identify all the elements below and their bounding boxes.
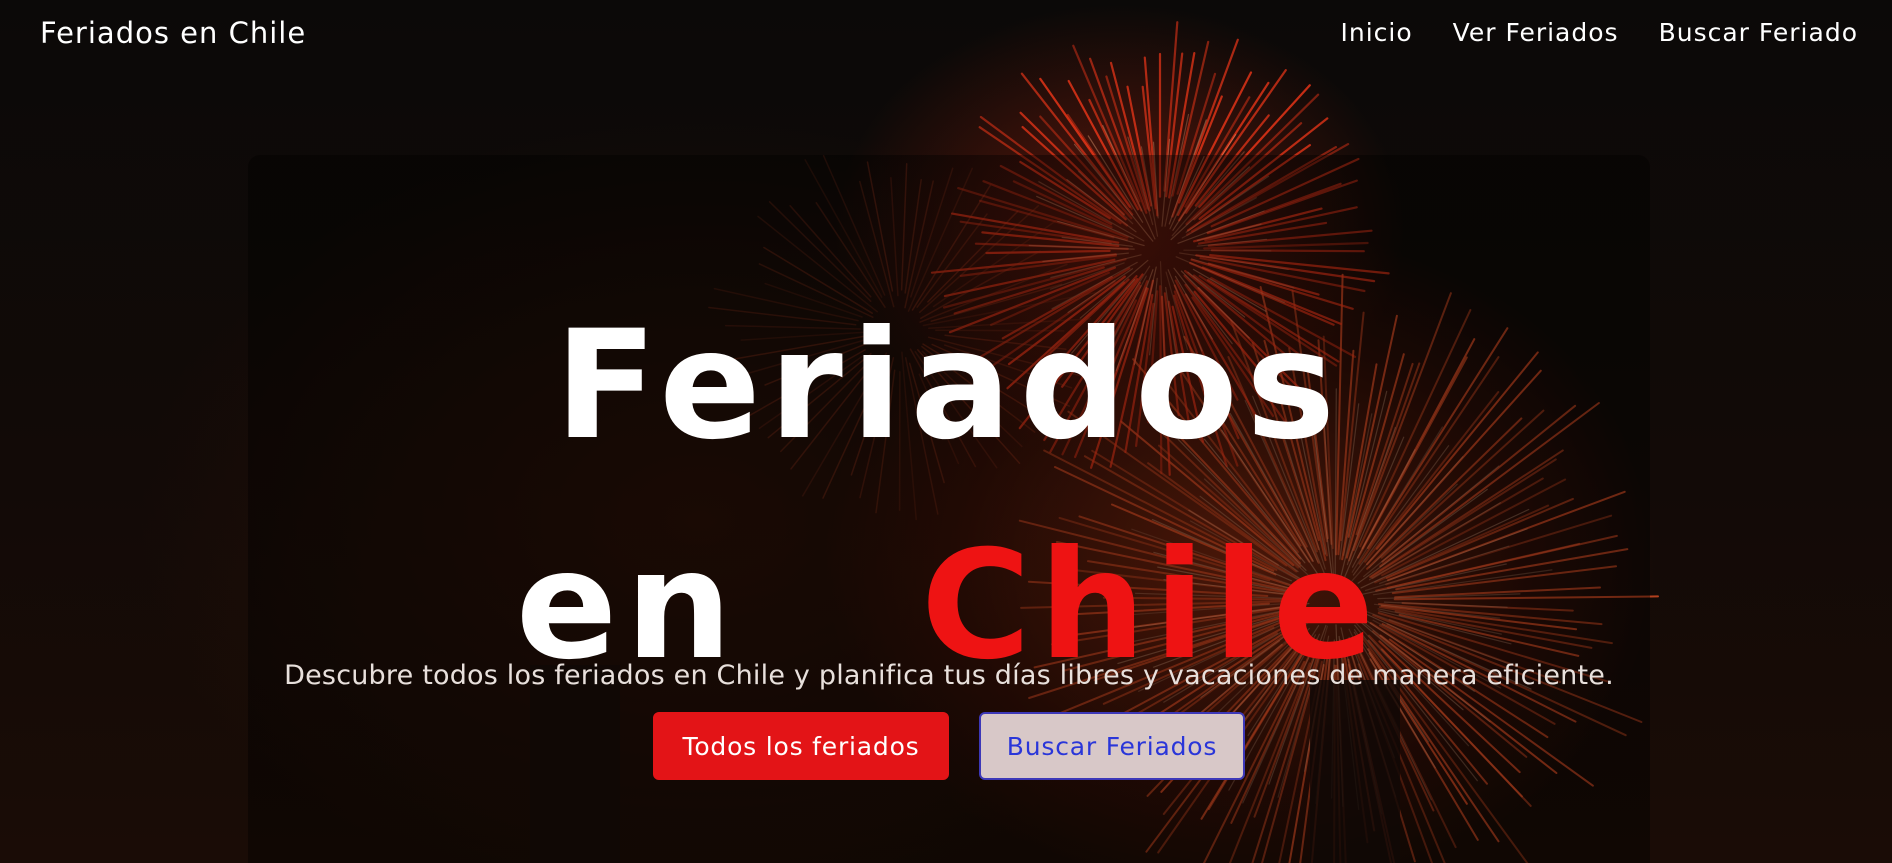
hero-card: Feriados en Chile Descubre todos los fer… bbox=[248, 155, 1650, 863]
todos-los-feriados-button[interactable]: Todos los feriados bbox=[653, 712, 949, 780]
nav-link-buscar-feriado[interactable]: Buscar Feriado bbox=[1659, 18, 1858, 47]
hero-buttons: Todos los feriados Buscar Feriados bbox=[248, 712, 1650, 780]
navbar: Feriados en Chile Inicio Ver Feriados Bu… bbox=[0, 0, 1892, 68]
hero-title-line-2: en Chile bbox=[248, 531, 1650, 681]
nav-link-inicio[interactable]: Inicio bbox=[1341, 18, 1413, 47]
buscar-feriados-button[interactable]: Buscar Feriados bbox=[979, 712, 1245, 780]
nav-link-ver-feriados[interactable]: Ver Feriados bbox=[1453, 18, 1619, 47]
hero-subtitle: Descubre todos los feriados en Chile y p… bbox=[284, 660, 1614, 691]
brand-link[interactable]: Feriados en Chile bbox=[40, 16, 306, 50]
nav-links: Inicio Ver Feriados Buscar Feriado bbox=[1341, 18, 1858, 47]
hero-title-line-1: Feriados bbox=[554, 298, 1344, 473]
